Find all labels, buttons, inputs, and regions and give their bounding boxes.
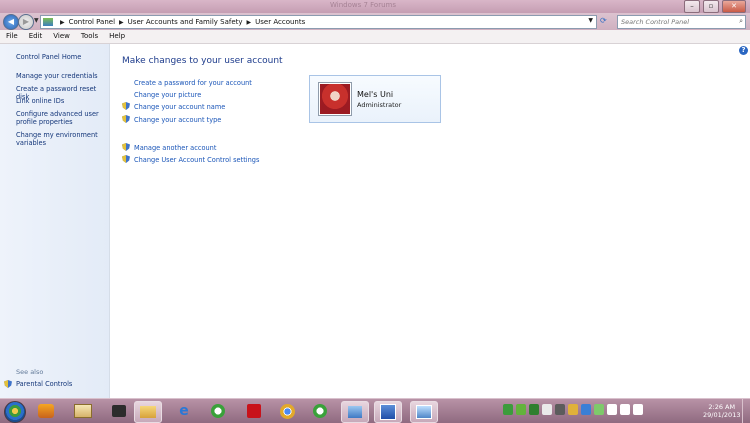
system-tray: [503, 404, 643, 415]
start-button[interactable]: [4, 401, 26, 423]
menu-view[interactable]: View: [47, 30, 75, 43]
menu-bar: File Edit View Tools Help: [0, 30, 750, 44]
tray-battery-icon[interactable]: [594, 404, 604, 415]
change-account-name-link[interactable]: Change your account name: [134, 103, 225, 111]
breadcrumb-control-panel[interactable]: Control Panel: [69, 18, 115, 26]
avatar: [318, 82, 352, 116]
tray-bluetooth-icon[interactable]: [581, 404, 591, 415]
tray-network-icon[interactable]: [529, 404, 539, 415]
shield-icon: [4, 380, 12, 388]
game-icon[interactable]: [106, 401, 132, 421]
tray-app-icon[interactable]: [503, 404, 513, 415]
tray-flag-icon[interactable]: [607, 404, 617, 415]
remote-desktop-icon[interactable]: [410, 401, 438, 423]
tray-volume-icon[interactable]: [633, 404, 643, 415]
see-also-heading: See also: [16, 368, 44, 376]
chevron-right-icon[interactable]: ▶: [60, 19, 65, 26]
user-account-tile: Mel's Uni Administrator: [309, 75, 441, 123]
shield-icon: [122, 155, 130, 163]
user-name: Mel's Uni: [357, 90, 394, 99]
menu-edit[interactable]: Edit: [23, 30, 48, 43]
parental-controls-link[interactable]: Parental Controls: [4, 380, 72, 388]
close-button[interactable]: ✕: [722, 0, 746, 13]
navigation-bar: ◀ ▶ ▼ ▶ Control Panel ▶ User Accounts an…: [0, 13, 750, 30]
manage-another-account-link[interactable]: Manage another account: [134, 144, 216, 152]
media-player-icon[interactable]: [33, 401, 59, 421]
change-environment-variables-link[interactable]: Change my environment variables: [16, 131, 106, 147]
refresh-icon[interactable]: ⟳: [600, 16, 607, 25]
clock-date: 29/01/2013: [703, 411, 741, 419]
tray-signal-icon[interactable]: [620, 404, 630, 415]
control-panel-taskbar-icon[interactable]: [341, 401, 369, 423]
shield-icon: [122, 115, 130, 123]
shield-icon: [122, 143, 130, 151]
clock-time: 2:26 AM: [708, 403, 736, 411]
clock-app-icon[interactable]: [205, 401, 231, 421]
breadcrumb-user-accounts-family-safety[interactable]: User Accounts and Family Safety: [128, 18, 243, 26]
minimize-button[interactable]: –: [684, 0, 700, 13]
back-button[interactable]: ◀: [3, 14, 19, 30]
page-title: Make changes to your user account: [122, 56, 283, 66]
recent-pages-icon[interactable]: ▼: [34, 17, 39, 24]
window-title: Windows 7 Forums: [330, 1, 396, 9]
parental-controls-label: Parental Controls: [16, 380, 73, 388]
menu-tools[interactable]: Tools: [75, 30, 103, 43]
title-bar: Windows 7 Forums – ▫ ✕: [0, 0, 750, 13]
search-input[interactable]: [618, 16, 732, 28]
address-dropdown-icon[interactable]: ▼: [588, 17, 593, 24]
manage-credentials-link[interactable]: Manage your credentials: [16, 72, 106, 80]
internet-explorer-icon[interactable]: e: [171, 401, 197, 421]
configure-profile-properties-link[interactable]: Configure advanced user profile properti…: [16, 110, 106, 126]
chevron-right-icon[interactable]: ▶: [119, 19, 124, 26]
change-account-type-link[interactable]: Change your account type: [134, 116, 221, 124]
help-icon[interactable]: ?: [739, 46, 748, 55]
change-uac-settings-link[interactable]: Change User Account Control settings: [134, 156, 259, 164]
taskbar: e 2:26 AM 29/01/2013: [0, 398, 750, 423]
tray-settings-icon[interactable]: [542, 404, 552, 415]
control-panel-icon: [43, 18, 53, 26]
search-box[interactable]: ⌕: [617, 15, 746, 29]
menu-help[interactable]: Help: [103, 30, 130, 43]
windows-explorer-icon[interactable]: [134, 401, 162, 423]
shield-icon: [122, 102, 130, 110]
show-desktop-button[interactable]: [742, 399, 750, 423]
maximize-button[interactable]: ▫: [703, 0, 719, 13]
window-controls: – ▫ ✕: [684, 0, 746, 13]
address-bar[interactable]: ▶ Control Panel ▶ User Accounts and Fami…: [40, 15, 597, 29]
clock[interactable]: 2:26 AM 29/01/2013: [703, 403, 740, 419]
link-online-ids-link[interactable]: Link online IDs: [16, 97, 106, 105]
breadcrumb-user-accounts[interactable]: User Accounts: [255, 18, 305, 26]
create-password-link[interactable]: Create a password for your account: [134, 79, 252, 87]
menu-file[interactable]: File: [0, 30, 23, 43]
forward-button[interactable]: ▶: [18, 14, 34, 30]
word-icon[interactable]: [374, 401, 402, 423]
tray-camera-icon[interactable]: [555, 404, 565, 415]
search-icon[interactable]: ⌕: [739, 17, 743, 26]
chevron-right-icon[interactable]: ▶: [247, 19, 252, 26]
change-picture-link[interactable]: Change your picture: [134, 91, 201, 99]
tray-sync-icon[interactable]: [516, 404, 526, 415]
task-pane: Control Panel Home Manage your credentia…: [0, 44, 110, 398]
photo-viewer-icon[interactable]: [70, 401, 96, 421]
user-role: Administrator: [357, 101, 402, 109]
clock-app-icon-2[interactable]: [307, 401, 333, 421]
chrome-icon[interactable]: [274, 401, 300, 421]
tray-security-icon[interactable]: [568, 404, 578, 415]
control-panel-home-link[interactable]: Control Panel Home: [16, 53, 106, 61]
adobe-reader-icon[interactable]: [241, 401, 267, 421]
